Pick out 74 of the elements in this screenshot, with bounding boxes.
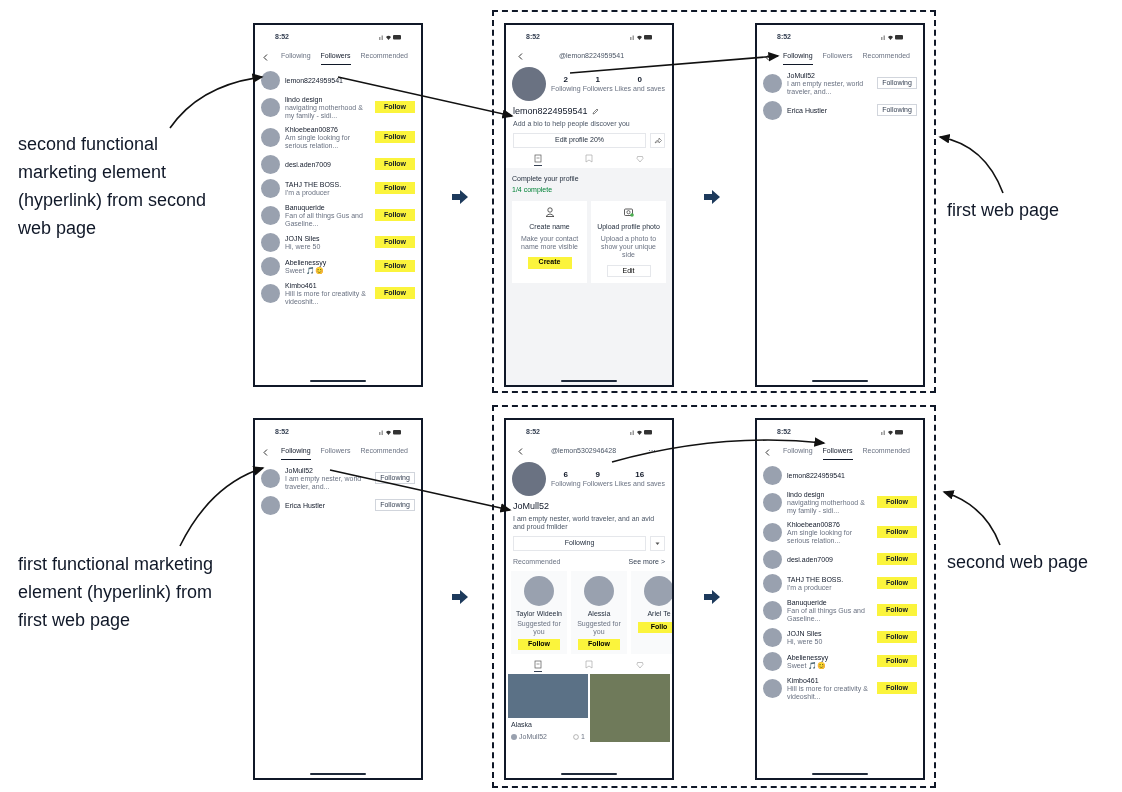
grid-tab-icon	[534, 660, 543, 669]
next-arrow-icon	[452, 590, 468, 604]
status-icons-icon	[379, 34, 401, 40]
profile-name: JoMull52	[513, 499, 550, 513]
avatar	[763, 627, 782, 647]
avatar	[763, 100, 782, 120]
avatar	[763, 573, 782, 593]
next-arrow-icon	[704, 590, 720, 604]
avatar	[261, 127, 280, 147]
back-icon	[263, 449, 268, 457]
avatar	[261, 256, 280, 276]
avatar	[261, 468, 280, 488]
avatar	[524, 575, 554, 606]
heart-tab-icon	[635, 154, 644, 163]
back-icon	[518, 52, 523, 60]
annotation-label: first web page	[947, 199, 1061, 222]
avatar	[261, 205, 280, 225]
photo-placeholder	[512, 461, 546, 496]
avatar	[261, 283, 280, 303]
more-button[interactable]: ···	[644, 447, 660, 456]
share-icon	[653, 137, 662, 144]
home-indicator	[561, 380, 617, 382]
annotation-label: second functional marketing element (hyperlink) from second web page	[18, 133, 208, 240]
home-indicator	[812, 773, 868, 775]
share-button[interactable]	[650, 133, 665, 148]
avatar	[644, 575, 672, 606]
back-icon	[518, 447, 523, 455]
comment-icon	[573, 733, 580, 740]
avatar	[261, 154, 280, 174]
avatar	[763, 522, 782, 542]
avatar	[763, 600, 782, 620]
caret-icon	[655, 541, 660, 546]
curved-arrow	[942, 490, 1001, 546]
next-arrow-icon	[704, 190, 720, 204]
avatar	[584, 575, 614, 606]
dropdown-button[interactable]	[650, 536, 665, 551]
home-indicator	[310, 773, 366, 775]
bookmark-tab-icon	[585, 660, 593, 669]
status-icons-icon	[630, 34, 652, 40]
bookmark-tab-icon	[585, 154, 593, 163]
avatar	[261, 495, 280, 515]
home-indicator	[310, 380, 366, 382]
annotation-label: second web page	[947, 551, 1090, 574]
status-icons-icon	[881, 34, 903, 40]
next-arrow-icon	[452, 190, 468, 204]
avatar	[261, 232, 280, 252]
profile-tab[interactable]	[534, 660, 543, 672]
photo-icon	[623, 207, 634, 217]
profile-name: lemon8224959541	[513, 104, 588, 118]
photo-placeholder	[512, 66, 546, 101]
back-icon	[765, 449, 770, 457]
status-icons-icon	[881, 429, 903, 435]
home-indicator	[812, 380, 868, 382]
profile-tab[interactable]	[534, 154, 543, 166]
avatar	[261, 97, 280, 117]
status-icons-icon	[379, 429, 401, 435]
heart-tab-icon	[635, 660, 644, 669]
status-icons-icon	[630, 429, 652, 435]
back-icon	[263, 54, 268, 62]
avatar	[261, 70, 280, 90]
avatar	[763, 549, 782, 569]
annotation-label: first functional marketing element (hyperlink) from first web page	[18, 553, 215, 632]
avatar	[763, 651, 782, 671]
avatar	[763, 678, 782, 698]
avatar	[763, 73, 782, 93]
person-icon	[544, 207, 555, 217]
back-icon	[765, 54, 770, 62]
avatar	[511, 733, 517, 740]
avatar	[261, 178, 280, 198]
avatar	[763, 492, 782, 512]
curved-arrow	[938, 134, 1004, 194]
avatar	[763, 465, 782, 485]
home-indicator	[561, 773, 617, 775]
grid-tab-icon	[534, 154, 543, 163]
